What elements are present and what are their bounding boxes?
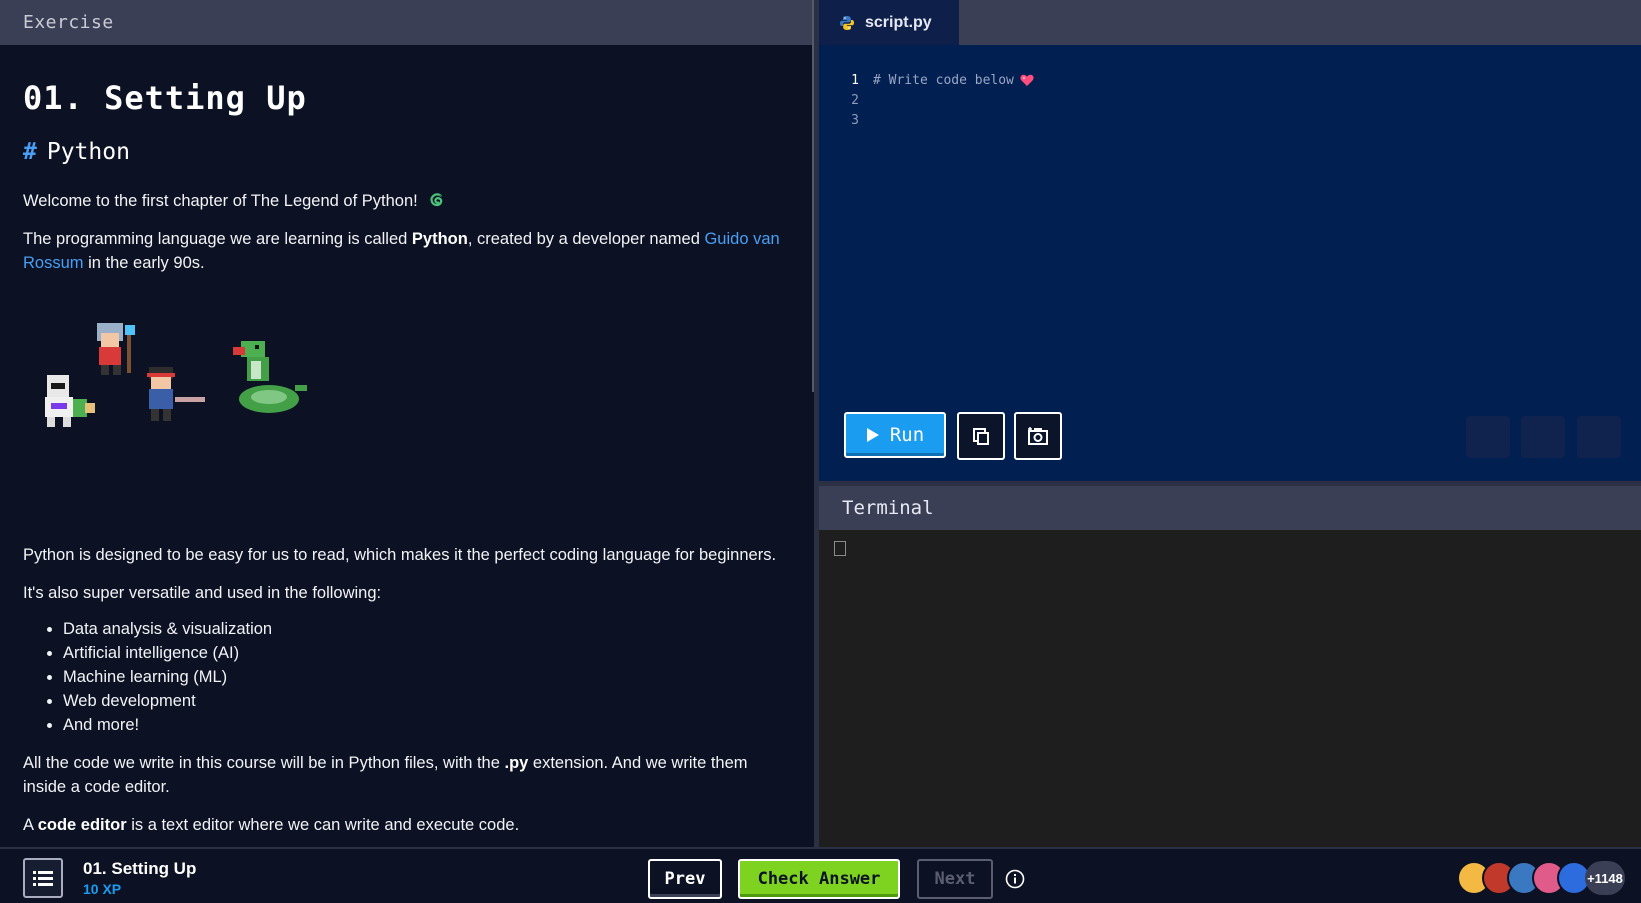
- play-icon: [866, 428, 879, 442]
- lessons-menu-button[interactable]: [23, 858, 63, 898]
- page-title: 01. Setting Up: [23, 79, 307, 117]
- lesson-content: 01. Setting Up # Python Welcome to the f…: [0, 79, 814, 837]
- history-bold: Python: [411, 230, 468, 248]
- ghost-button-2[interactable]: [1521, 416, 1565, 458]
- run-button[interactable]: Run: [844, 412, 946, 458]
- online-count-badge: +1148: [1585, 861, 1625, 895]
- code-line-3[interactable]: 3: [819, 110, 873, 130]
- line-number: 2: [851, 92, 859, 108]
- intro-paragraph: Welcome to the first chapter of The Lege…: [23, 189, 791, 213]
- snake-icon: [430, 193, 443, 207]
- intro-text: Welcome to the first chapter of The Lege…: [23, 192, 418, 210]
- hash-icon: #: [23, 139, 37, 165]
- list-item: And more!: [63, 713, 791, 737]
- characters-illustration: [23, 275, 791, 525]
- versatile-paragraph: It's also super versatile and used in th…: [23, 584, 382, 602]
- terminal-cursor: [834, 541, 846, 556]
- line-number: 1: [851, 72, 859, 88]
- tab-label: script.py: [865, 13, 932, 31]
- list-item: Data analysis & visualization: [63, 617, 791, 641]
- list-item: Machine learning (ML): [63, 665, 791, 689]
- editor-paragraph: A code editor is a text editor where we …: [23, 813, 791, 837]
- heart-icon: [1020, 74, 1034, 86]
- history-text-2: , created by a developer named: [467, 230, 705, 248]
- exercise-header: Exercise: [0, 0, 814, 45]
- list-item: Web development: [63, 689, 791, 713]
- terminal-output[interactable]: [819, 530, 1641, 847]
- editor-bold: code editor: [37, 816, 127, 834]
- history-text-1: The programming language we are learning…: [23, 230, 412, 248]
- files-text-1: All the code we write in this course wil…: [23, 754, 505, 772]
- editor-text-1: A: [23, 816, 38, 834]
- section-heading-label: Python: [46, 139, 130, 165]
- next-button[interactable]: Next: [917, 859, 993, 899]
- pixel-characters-image: [45, 323, 307, 427]
- files-bold: .py: [504, 754, 529, 772]
- ghost-button-3[interactable]: [1577, 416, 1621, 458]
- lesson-xp: 10 XP: [83, 881, 122, 897]
- list-item: Artificial intelligence (AI): [63, 641, 791, 665]
- footer-bar: 01. Setting Up 10 XP Prev Check Answer N…: [0, 847, 1641, 903]
- ghost-button-1[interactable]: [1466, 416, 1510, 458]
- section-heading: # Python: [23, 139, 791, 165]
- history-text-3: in the early 90s.: [83, 254, 205, 272]
- tab-script-py[interactable]: script.py: [819, 0, 959, 45]
- prev-button[interactable]: Prev: [648, 859, 722, 899]
- editor-tab-bar: script.py: [819, 0, 1641, 45]
- readability-paragraph: Python is designed to be easy for us to …: [23, 546, 777, 564]
- terminal-header: Terminal: [819, 486, 1641, 530]
- line-number: 3: [851, 112, 859, 128]
- copy-icon: [973, 428, 989, 445]
- code-line-2[interactable]: 2: [819, 90, 873, 110]
- run-label: Run: [889, 424, 925, 446]
- check-answer-button[interactable]: Check Answer: [738, 859, 900, 899]
- snapshot-icon: [1028, 427, 1048, 445]
- code-line-1[interactable]: 1 # Write code below: [819, 70, 1034, 90]
- info-icon[interactable]: [1005, 869, 1025, 889]
- files-paragraph: All the code we write in this course wil…: [23, 751, 791, 799]
- history-paragraph: The programming language we are learning…: [23, 227, 791, 275]
- menu-list-icon: [33, 871, 53, 886]
- workspace-panel: script.py 1 # Write code below 2 3 Run T…: [819, 0, 1641, 847]
- code-editor[interactable]: 1 # Write code below 2 3 Run: [819, 45, 1641, 481]
- code-text: # Write code below: [873, 72, 1014, 88]
- editor-text-2: is a text editor where we can write and …: [126, 816, 520, 834]
- snapshot-button[interactable]: [1014, 412, 1062, 460]
- lesson-title: 01. Setting Up: [83, 859, 197, 878]
- exercise-panel: Exercise 01. Setting Up # Python Welcome…: [0, 0, 814, 847]
- copy-button[interactable]: [957, 412, 1005, 460]
- python-icon: [840, 15, 854, 30]
- uses-list: Data analysis & visualization Artificial…: [23, 617, 791, 737]
